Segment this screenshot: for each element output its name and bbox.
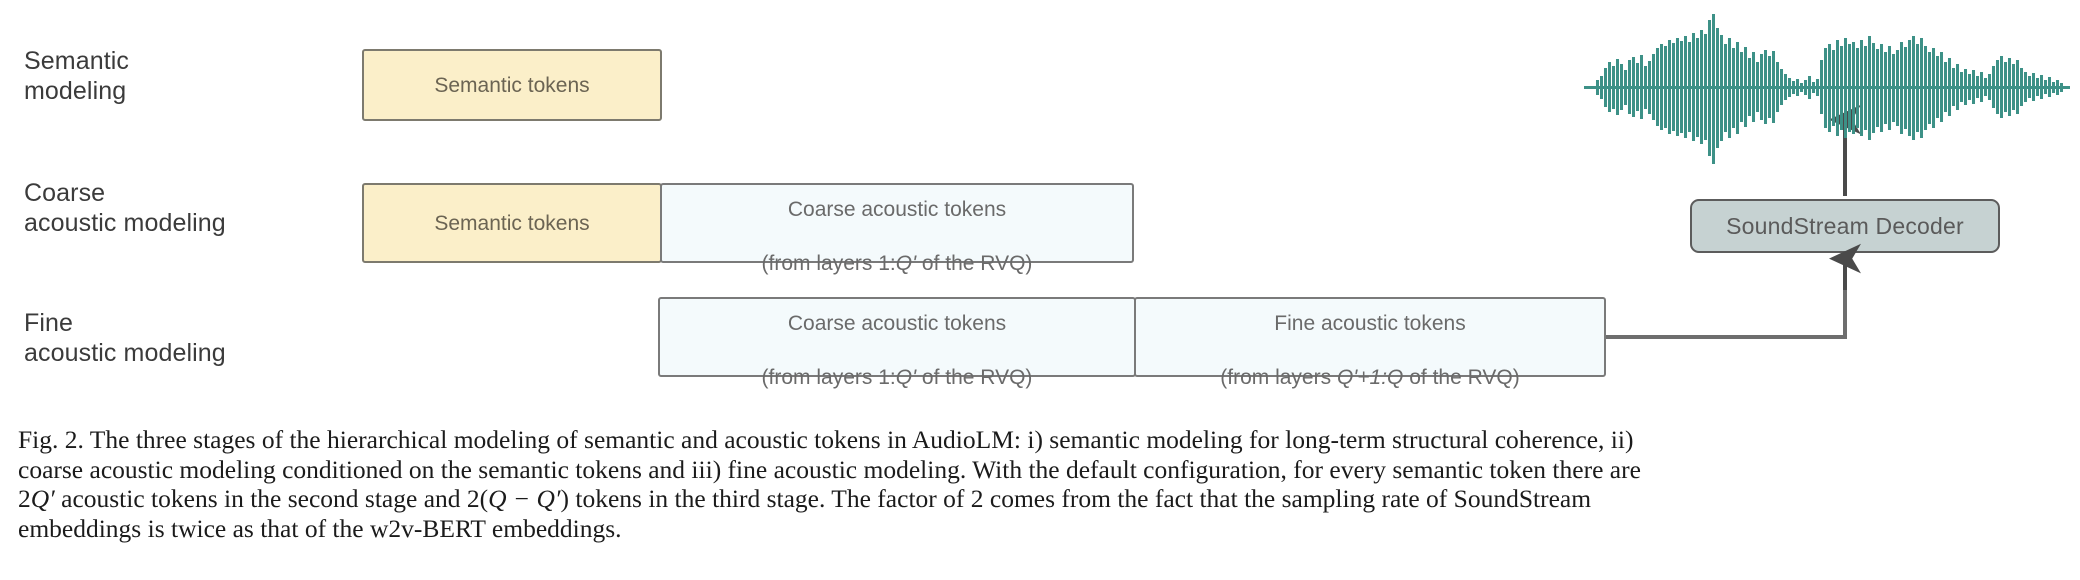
row-label-semantic-modeling: Semantic modeling: [24, 47, 130, 105]
fine-to-decoder-connector: [1606, 262, 1847, 339]
soundstream-decoder-box[interactable]: SoundStream Decoder: [1690, 199, 2000, 253]
box-label-line2-pre: (from layers 1:: [761, 252, 896, 275]
box-semantic-tokens-row1[interactable]: Semantic tokens: [362, 49, 662, 121]
box-label-line2-post: of the RVQ): [916, 366, 1033, 389]
figure-caption: Fig. 2. The three stages of the hierarch…: [18, 425, 2062, 543]
box-label: Semantic tokens: [434, 73, 590, 97]
box-label-line1: Fine acoustic tokens: [1274, 312, 1466, 335]
decoder-label: SoundStream Decoder: [1726, 212, 1964, 239]
row-label-fine-acoustic-modeling: Fine acoustic modeling: [24, 309, 226, 367]
box-coarse-acoustic-tokens-row2[interactable]: Coarse acoustic tokens (from layers 1:Q'…: [660, 183, 1134, 275]
box-coarse-acoustic-tokens-row3[interactable]: Coarse acoustic tokens (from layers 1:Q'…: [658, 297, 1136, 389]
box-label-line2-pre: (from layers 1:: [761, 366, 896, 389]
box-label-line2-italic: Q'+1:Q: [1336, 366, 1404, 389]
box-label: Semantic tokens: [434, 211, 590, 235]
box-label-line1: Coarse acoustic tokens: [787, 312, 1007, 335]
box-label-line2-italic: Q': [895, 252, 917, 275]
caption-line-2: coarse acoustic modeling conditioned on …: [18, 454, 1641, 484]
box-label-line2-post: of the RVQ): [916, 252, 1033, 275]
box-fine-acoustic-tokens-row3[interactable]: Fine acoustic tokens (from layers Q'+1:Q…: [1134, 297, 1606, 389]
box-semantic-tokens-row2[interactable]: Semantic tokens: [362, 183, 662, 263]
box-label: Fine acoustic tokens (from layers Q'+1:Q…: [1210, 283, 1530, 391]
caption-l3-c: acoustic tokens in the second stage and …: [54, 484, 489, 513]
caption-l3-e: ) tokens in the third stage. The factor …: [560, 484, 1592, 513]
caption-l3-b: Q′: [30, 484, 55, 513]
caption-line-1: Fig. 2. The three stages of the hierarch…: [18, 425, 1634, 454]
box-label-line1: Coarse acoustic tokens: [787, 198, 1007, 221]
audio-waveform: [1584, 14, 2070, 164]
figure-diagram: Semantic modeling Coarse acoustic modeli…: [0, 0, 2080, 415]
box-label: Coarse acoustic tokens (from layers 1:Q'…: [752, 169, 1043, 277]
caption-line-3: 2Q′ acoustic tokens in the second stage …: [18, 484, 2062, 514]
caption-line-4: embeddings is twice as that of the w2v-B…: [18, 513, 622, 543]
box-label-line2-pre: (from layers: [1220, 366, 1337, 389]
box-label-line2-italic: Q': [895, 366, 917, 389]
row-label-coarse-acoustic-modeling: Coarse acoustic modeling: [24, 179, 226, 237]
box-label-line2-post: of the RVQ): [1403, 366, 1520, 389]
box-label: Coarse acoustic tokens (from layers 1:Q'…: [752, 283, 1043, 391]
caption-l3-d: Q − Q′: [488, 484, 561, 513]
caption-l3-a: 2: [18, 484, 31, 513]
